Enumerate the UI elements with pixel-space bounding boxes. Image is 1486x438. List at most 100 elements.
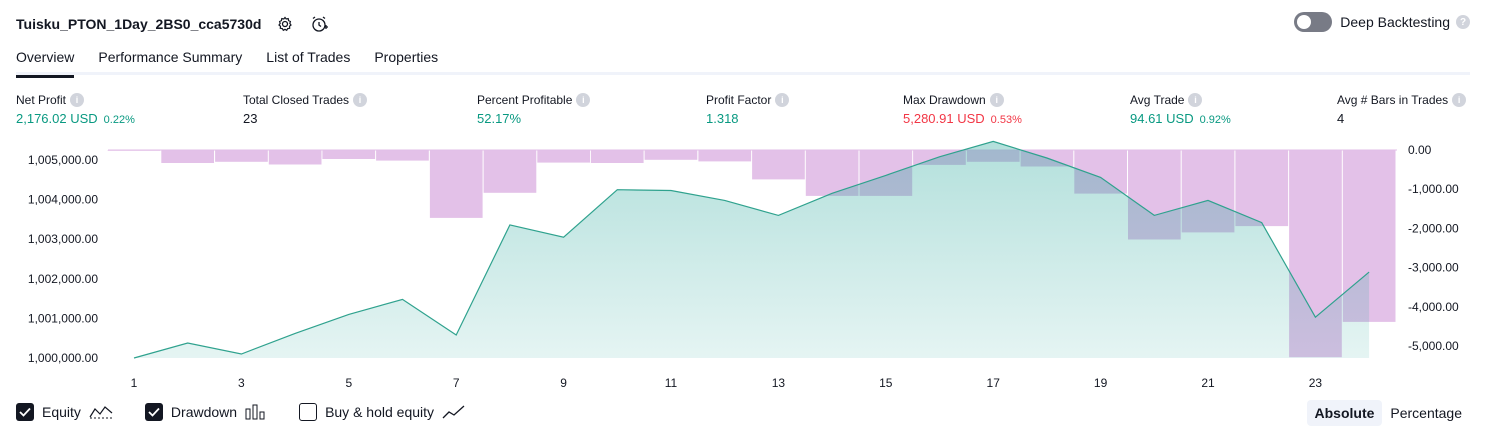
deep-backtesting: Deep Backtesting ?: [1294, 12, 1470, 32]
absolute-button[interactable]: Absolute: [1306, 400, 1383, 426]
x-tick: 17: [987, 376, 1001, 390]
metric-label: Profit Factor: [706, 93, 772, 107]
metric-percent: 0.92%: [1199, 114, 1231, 126]
x-tick: 21: [1201, 376, 1215, 390]
legend-buy-hold[interactable]: Buy & hold equity: [299, 403, 466, 421]
chart-legend: Equity Drawdown Buy & hold equity: [16, 403, 498, 421]
metric-percent: 0.22%: [103, 114, 135, 126]
strategy-title: Tuisku_PTON_1Day_2BS0_cca5730d: [16, 16, 262, 32]
x-tick: 7: [453, 376, 460, 390]
drawdown-bar: [752, 150, 805, 180]
equity-checkbox[interactable]: [16, 403, 34, 421]
legend-drawdown-label: Drawdown: [170, 404, 238, 420]
x-tick: 5: [345, 376, 352, 390]
drawdown-bar: [644, 150, 698, 160]
tab-list-of-trades[interactable]: List of Trades: [266, 44, 350, 75]
drawdown-bar: [429, 150, 483, 218]
strategy-header: Tuisku_PTON_1Day_2BS0_cca5730d: [16, 12, 329, 36]
x-tick: 19: [1094, 376, 1108, 390]
metric-value: 5,280.91 USD: [903, 111, 985, 126]
drawdown-bar: [590, 150, 644, 163]
drawdown-bar: [322, 150, 376, 159]
percentage-button[interactable]: Percentage: [1382, 400, 1470, 426]
x-tick: 9: [560, 376, 567, 390]
metric-label: Max Drawdown: [903, 93, 986, 107]
drawdown-bar: [161, 150, 214, 163]
metric-percent: 0.53%: [990, 114, 1022, 126]
metric-net-profit: Net Profit i 2,176.02 USD 0.22%: [16, 93, 135, 126]
drawdown-bar: [537, 150, 590, 163]
alarm-add-icon[interactable]: [309, 14, 329, 34]
equity-drawdown-chart: 1,000,000.00 1,001,000.00 1,002,000.00 1,00…: [0, 140, 1486, 395]
drawdown-bar: [376, 150, 429, 161]
drawdown-y-tick: -1,000.00: [1408, 182, 1459, 196]
drawdown-bar: [268, 150, 322, 165]
metric-value: 94.61 USD: [1130, 111, 1194, 126]
info-icon[interactable]: i: [353, 93, 368, 107]
drawdown-bar: [483, 150, 537, 193]
equity-y-tick: 1,002,000.00: [28, 272, 98, 286]
info-icon[interactable]: i: [775, 93, 790, 107]
info-icon[interactable]: i: [70, 93, 85, 107]
drawdown-y-tick: -2,000.00: [1408, 222, 1459, 236]
tab-performance-summary[interactable]: Performance Summary: [98, 44, 242, 75]
info-icon[interactable]: i: [1452, 93, 1467, 107]
metrics-row: Net Profit i 2,176.02 USD 0.22% Total Clos…: [16, 93, 1472, 133]
x-tick: 3: [238, 376, 245, 390]
equity-y-tick: 1,000,000.00: [28, 351, 98, 365]
metric-value: 23: [243, 111, 258, 126]
drawdown-y-tick: -3,000.00: [1408, 261, 1459, 275]
drawdown-checkbox[interactable]: [144, 403, 163, 421]
deep-backtesting-toggle[interactable]: [1294, 12, 1333, 32]
metric-label: Avg Trade: [1130, 93, 1185, 107]
drawdown-bar: [215, 150, 268, 162]
drawdown-y-tick: 0.00: [1408, 143, 1432, 157]
equity-line-icon: [89, 404, 113, 420]
metric-avg-trade: Avg Trade i 94.61 USD 0.92%: [1130, 93, 1231, 126]
info-icon[interactable]: i: [1188, 93, 1203, 107]
info-icon[interactable]: i: [576, 93, 591, 107]
equity-y-tick: 1,005,000.00: [28, 153, 98, 167]
metric-value: 1.318: [706, 111, 739, 126]
drawdown-bar: [107, 150, 161, 151]
tab-overview[interactable]: Overview: [16, 44, 75, 78]
drawdown-bars-icon: [245, 404, 267, 420]
tab-properties[interactable]: Properties: [374, 44, 438, 75]
drawdown-y-tick: -4,000.00: [1408, 300, 1459, 314]
metric-value: 52.17%: [477, 111, 522, 126]
legend-equity-label: Equity: [42, 404, 81, 420]
metric-label: Avg # Bars in Trades: [1337, 93, 1449, 107]
equity-y-tick: 1,001,000.00: [28, 311, 98, 325]
x-tick: 15: [879, 376, 893, 390]
buy-hold-line-icon: [442, 404, 466, 420]
tab-bar: Overview Performance Summary List of Tra…: [16, 44, 1470, 78]
deep-backtesting-label: Deep Backtesting: [1340, 14, 1450, 30]
settings-icon[interactable]: [275, 14, 295, 34]
metric-avg-bars-in-trades: Avg # Bars in Trades i 4: [1337, 93, 1467, 126]
metric-label: Net Profit: [16, 93, 67, 107]
buy-hold-checkbox[interactable]: [299, 403, 318, 421]
help-icon[interactable]: ?: [1456, 15, 1470, 29]
equity-y-tick: 1,003,000.00: [28, 232, 98, 246]
metric-label: Percent Profitable: [477, 93, 573, 107]
value-mode-switch: Absolute Percentage: [1306, 400, 1471, 426]
x-tick: 23: [1309, 376, 1323, 390]
drawdown-y-tick: -5,000.00: [1408, 339, 1459, 353]
metric-label: Total Closed Trades: [243, 93, 350, 107]
metric-value: 4: [1337, 111, 1345, 126]
legend-equity[interactable]: Equity: [16, 403, 113, 421]
drawdown-bar: [698, 150, 752, 162]
x-tick: 1: [131, 376, 138, 390]
legend-buy-hold-label: Buy & hold equity: [325, 404, 435, 420]
metric-profit-factor: Profit Factor i 1.318: [706, 93, 790, 126]
metric-max-drawdown: Max Drawdown i 5,280.91 USD 0.53%: [903, 93, 1022, 126]
info-icon[interactable]: i: [989, 93, 1004, 107]
metric-percent-profitable: Percent Profitable i 52.17%: [477, 93, 591, 126]
equity-y-tick: 1,004,000.00: [28, 193, 98, 207]
legend-drawdown[interactable]: Drawdown: [144, 403, 267, 421]
metric-value: 2,176.02 USD: [16, 111, 98, 126]
x-tick: 11: [665, 376, 678, 390]
metric-total-closed-trades: Total Closed Trades i 23: [243, 93, 368, 126]
x-tick: 13: [772, 376, 786, 390]
chart-canvas[interactable]: 1,000,000.00 1,001,000.00 1,002,000.00 1,00…: [0, 140, 1486, 395]
